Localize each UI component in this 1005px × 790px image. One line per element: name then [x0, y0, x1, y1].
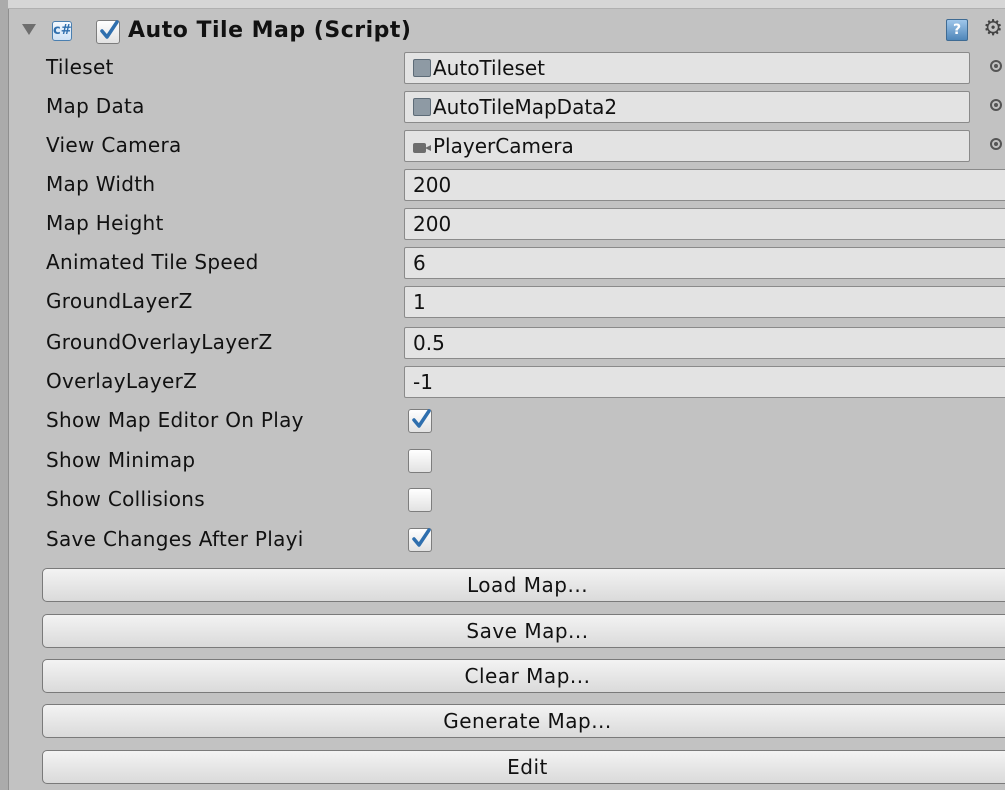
overlay-layer-z-input[interactable]: -1 — [404, 366, 1005, 398]
view-camera-field[interactable]: PlayerCamera — [404, 130, 970, 162]
panel-top-strip — [8, 0, 1005, 9]
checkmark-icon — [412, 528, 431, 547]
ground-overlay-layer-z-input[interactable]: 0.5 — [404, 327, 1005, 359]
show-minimap-checkbox[interactable] — [408, 449, 432, 473]
ground-overlay-layer-z-row: GroundOverlayLayerZ 0.5 — [8, 325, 1005, 361]
ground-layer-z-label: GroundLayerZ — [46, 289, 193, 313]
csharp-script-icon: c# — [52, 21, 72, 41]
save-changes-row: Save Changes After Playi — [8, 522, 1005, 558]
map-width-row: Map Width 200 — [8, 167, 1005, 203]
animated-tile-speed-label: Animated Tile Speed — [46, 250, 259, 274]
checkmark-icon — [412, 409, 431, 428]
show-map-editor-label: Show Map Editor On Play — [46, 408, 304, 432]
tileset-row: Tileset AutoTileset — [8, 50, 1005, 86]
foldout-arrow-icon[interactable] — [22, 24, 36, 35]
show-collisions-checkbox[interactable] — [408, 488, 432, 512]
asset-icon — [413, 59, 431, 77]
save-changes-label: Save Changes After Playi — [46, 527, 304, 551]
component-enabled-checkbox[interactable] — [96, 20, 120, 44]
tileset-value: AutoTileset — [433, 56, 546, 80]
tileset-label: Tileset — [46, 55, 114, 79]
camera-icon — [413, 140, 431, 154]
overlay-layer-z-label: OverlayLayerZ — [46, 369, 198, 393]
clear-map-button[interactable]: Clear Map... — [42, 659, 1005, 693]
object-picker-icon[interactable] — [990, 60, 1002, 72]
map-width-label: Map Width — [46, 172, 156, 196]
gear-icon[interactable]: ⚙ — [983, 16, 1003, 41]
animated-tile-speed-input[interactable]: 6 — [404, 247, 1005, 279]
help-icon[interactable]: ? — [946, 19, 968, 41]
view-camera-value: PlayerCamera — [433, 134, 574, 158]
overlay-layer-z-row: OverlayLayerZ -1 — [8, 364, 1005, 400]
component-title: Auto Tile Map (Script) — [128, 18, 412, 43]
show-collisions-label: Show Collisions — [46, 487, 206, 511]
show-map-editor-row: Show Map Editor On Play — [8, 403, 1005, 439]
show-minimap-label: Show Minimap — [46, 448, 196, 472]
object-picker-icon[interactable] — [990, 99, 1002, 111]
component-header[interactable]: c# Auto Tile Map (Script) ? ⚙ — [8, 12, 1005, 52]
tileset-field[interactable]: AutoTileset — [404, 52, 970, 84]
generate-map-button[interactable]: Generate Map... — [42, 704, 1005, 738]
view-camera-row: View Camera PlayerCamera — [8, 128, 1005, 164]
ground-layer-z-row: GroundLayerZ 1 — [8, 284, 1005, 320]
map-data-field[interactable]: AutoTileMapData2 — [404, 91, 970, 123]
load-map-button[interactable]: Load Map... — [42, 568, 1005, 602]
map-height-row: Map Height 200 — [8, 206, 1005, 242]
object-picker-icon[interactable] — [990, 138, 1002, 150]
asset-icon — [413, 98, 431, 116]
map-width-input[interactable]: 200 — [404, 169, 1005, 201]
show-collisions-row: Show Collisions — [8, 482, 1005, 518]
map-data-row: Map Data AutoTileMapData2 — [8, 89, 1005, 125]
map-height-label: Map Height — [46, 211, 164, 235]
animated-tile-speed-row: Animated Tile Speed 6 — [8, 245, 1005, 281]
view-camera-label: View Camera — [46, 133, 182, 157]
map-data-value: AutoTileMapData2 — [433, 95, 618, 119]
save-changes-checkbox[interactable] — [408, 528, 432, 552]
checkmark-icon — [100, 20, 119, 39]
ground-overlay-layer-z-label: GroundOverlayLayerZ — [46, 330, 273, 354]
ground-layer-z-input[interactable]: 1 — [404, 286, 1005, 318]
map-height-input[interactable]: 200 — [404, 208, 1005, 240]
show-minimap-row: Show Minimap — [8, 443, 1005, 479]
save-map-button[interactable]: Save Map... — [42, 614, 1005, 648]
map-data-label: Map Data — [46, 94, 145, 118]
show-map-editor-checkbox[interactable] — [408, 409, 432, 433]
edit-button[interactable]: Edit — [42, 750, 1005, 784]
